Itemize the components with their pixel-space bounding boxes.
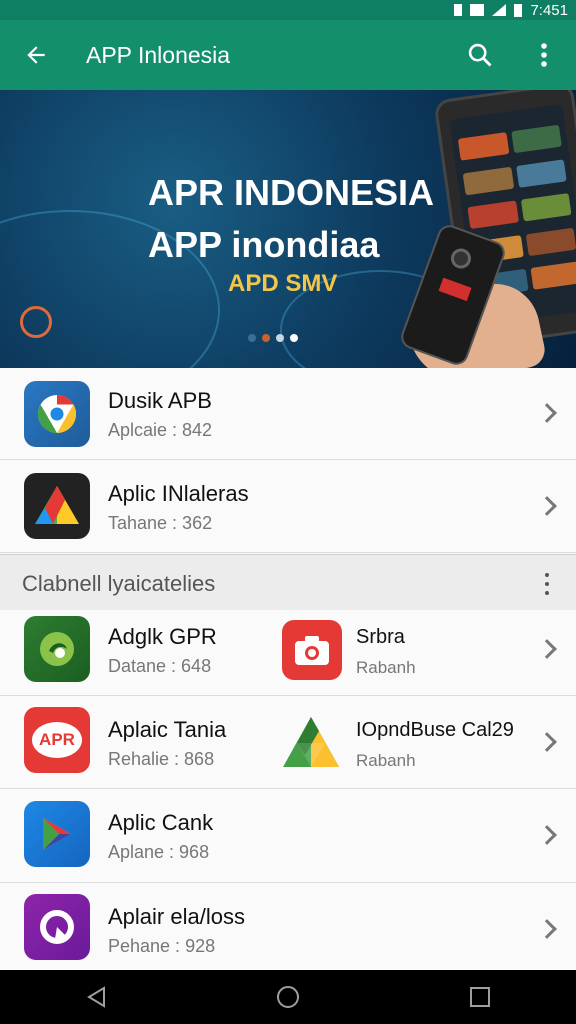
list-item[interactable]: Aplic INlaleras Tahane : 362 bbox=[0, 461, 576, 553]
app-subtitle: Tahane : 362 bbox=[108, 513, 213, 533]
app-name: Srbra bbox=[356, 626, 405, 648]
app-name: Aplaic Tania bbox=[108, 717, 227, 742]
promo-banner[interactable]: APR INDONESIA APP inondiaa APD SMV bbox=[0, 90, 576, 368]
app-bar-title: APP Inlonesia bbox=[86, 41, 231, 68]
chevron-right-icon bbox=[537, 496, 557, 516]
app-subtitle: Rehalie : 868 bbox=[108, 749, 215, 769]
carousel-dot bbox=[248, 334, 256, 342]
battery-icon bbox=[514, 3, 523, 17]
banner-tagline: APD SMV bbox=[228, 270, 338, 297]
section-more-icon[interactable] bbox=[544, 573, 550, 595]
app-name: Aplair ela/loss bbox=[108, 904, 245, 929]
drive-like-icon bbox=[24, 473, 90, 539]
signal-icon bbox=[492, 4, 507, 16]
nav-home-button[interactable] bbox=[268, 977, 308, 1017]
camera-app-icon bbox=[282, 620, 342, 680]
banner-subheadline: APP inondiaa bbox=[148, 224, 380, 265]
section-title: Clabnell lyaicatelies bbox=[22, 571, 216, 596]
banner-ring bbox=[20, 306, 52, 338]
chevron-right-icon bbox=[537, 639, 557, 659]
bluetooth-icon bbox=[454, 4, 463, 16]
home-circle-icon bbox=[277, 986, 299, 1008]
chrome-like-icon bbox=[24, 381, 90, 447]
carousel-dot bbox=[290, 334, 298, 342]
chevron-right-icon bbox=[537, 825, 557, 845]
app-subtitle: Rabanh bbox=[356, 658, 416, 677]
app-subtitle: Datane : 648 bbox=[108, 656, 212, 676]
app-name: Aplic INlaleras bbox=[108, 481, 249, 506]
app-subtitle: Rabanh bbox=[356, 751, 416, 770]
app-name: IOpndBuse Cal29 bbox=[356, 719, 514, 741]
app-name: Dusik APB bbox=[108, 388, 212, 413]
carousel-dot bbox=[262, 334, 270, 342]
search-icon bbox=[468, 43, 492, 67]
app-name: Adglk GPR bbox=[108, 624, 217, 649]
app-subtitle: Aplcaie : 842 bbox=[108, 420, 213, 440]
green-app-icon bbox=[24, 616, 90, 682]
app-bar: APP Inlonesia bbox=[0, 20, 576, 90]
apr-app-icon: APR bbox=[24, 707, 90, 773]
list-item[interactable]: APR Aplaic Tania Rehalie : 868 IOpndBuse… bbox=[0, 697, 576, 789]
drive-triangle-icon bbox=[280, 711, 342, 773]
app-subtitle: Aplane : 968 bbox=[108, 842, 210, 862]
status-bar: 7:451 bbox=[0, 0, 576, 20]
status-time: 7:451 bbox=[530, 1, 568, 19]
play-store-like-icon bbox=[24, 801, 90, 867]
top-app-list: Dusik APB Aplcaie : 842 Aplic INlaleras … bbox=[0, 368, 576, 554]
back-button[interactable] bbox=[0, 20, 72, 90]
chevron-right-icon bbox=[537, 919, 557, 939]
list-item[interactable]: Aplair ela/loss Pehane : 928 bbox=[0, 884, 576, 970]
section-header: Clabnell lyaicatelies bbox=[0, 554, 576, 610]
search-button[interactable] bbox=[448, 20, 512, 90]
carousel-dot bbox=[276, 334, 284, 342]
list-item[interactable]: Adglk GPR Datane : 648 Srbra Rabanh bbox=[0, 610, 576, 696]
recents-square-icon bbox=[470, 987, 490, 1007]
arrow-back-icon bbox=[27, 46, 45, 64]
chevron-right-icon bbox=[537, 403, 557, 423]
banner-headline: APR INDONESIA bbox=[148, 172, 435, 213]
back-triangle-icon bbox=[87, 986, 105, 1008]
vibrate-icon bbox=[470, 4, 485, 16]
app-name: Aplic Cank bbox=[108, 810, 214, 835]
purple-app-icon bbox=[24, 894, 90, 960]
overflow-menu-button[interactable] bbox=[512, 20, 576, 90]
nav-recents-button[interactable] bbox=[460, 977, 500, 1017]
chevron-right-icon bbox=[537, 732, 557, 752]
nav-back-button[interactable] bbox=[76, 977, 116, 1017]
app-subtitle: Pehane : 928 bbox=[108, 936, 216, 956]
more-vert-icon bbox=[541, 43, 547, 67]
system-nav-bar bbox=[0, 970, 576, 1024]
carousel-indicator bbox=[248, 334, 298, 342]
category-app-list: Adglk GPR Datane : 648 Srbra Rabanh APR … bbox=[0, 610, 576, 970]
list-item[interactable]: Dusik APB Aplcaie : 842 bbox=[0, 368, 576, 460]
list-item[interactable]: Aplic Cank Aplane : 968 bbox=[0, 790, 576, 883]
